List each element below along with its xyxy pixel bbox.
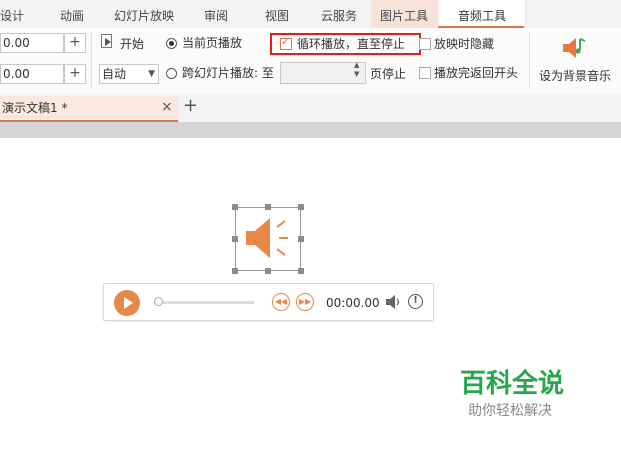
resize-handle[interactable] — [298, 268, 304, 274]
close-icon[interactable]: × — [161, 99, 173, 115]
rewind-label: 播放完返回开头 — [434, 66, 519, 80]
tab-picture-tools[interactable]: 图片工具 — [371, 0, 437, 28]
rewind-checkbox[interactable] — [419, 67, 431, 79]
ribbon-panel: 0.00 + 0.00 + 开始 自动 ▼ 当前页播放 跨幻灯片播放: 至 ▲ ▼… — [0, 28, 621, 95]
volume-icon[interactable] — [385, 294, 401, 310]
play-icon — [124, 297, 133, 309]
cross-slide-label: 跨幻灯片播放: 至 — [182, 66, 274, 80]
cross-slide-radio[interactable] — [166, 68, 177, 79]
start-icon — [101, 34, 112, 48]
tab-cloud-service[interactable]: 云服务 — [321, 0, 357, 28]
resize-handle[interactable] — [265, 268, 271, 274]
loop-label: 循环播放，直至停止 — [297, 37, 406, 51]
watermark-title: 百科全说 — [460, 369, 565, 399]
background-music-icon — [563, 38, 586, 58]
progress-track[interactable] — [154, 301, 254, 304]
time-display: 00:00.00 — [326, 296, 380, 310]
forward-button[interactable]: ▶▶ — [296, 293, 314, 311]
info-icon[interactable]: ! — [408, 294, 423, 309]
start-mode-select[interactable]: 自动 ▼ — [99, 64, 159, 84]
workspace-border — [0, 122, 621, 138]
fade-input[interactable]: 0.00 — [0, 64, 64, 84]
resize-handle[interactable] — [298, 204, 304, 210]
tab-audio-tools[interactable]: 音频工具 — [438, 0, 526, 28]
tab-view[interactable]: 视图 — [265, 0, 289, 28]
play-button[interactable] — [114, 290, 140, 316]
speaker-icon — [246, 218, 288, 258]
ribbon-divider — [91, 32, 92, 88]
spinner-arrows-icon[interactable]: ▲ ▼ — [354, 61, 359, 79]
rewind-button[interactable]: ◀◀ — [272, 293, 290, 311]
hide-during-show-checkbox[interactable] — [419, 38, 431, 50]
resize-handle[interactable] — [232, 236, 238, 242]
hide-during-show-label: 放映时隐藏 — [434, 37, 495, 51]
ribbon-tab-bar: 设计 动画 幻灯片放映 审阅 视图 云服务 图片工具 音频工具 — [0, 0, 621, 28]
set-background-music-label: 设为背景音乐 — [539, 69, 612, 83]
ribbon-divider — [529, 32, 530, 88]
tab-animation[interactable]: 动画 — [60, 0, 84, 28]
volume-input[interactable]: 0.00 — [0, 33, 64, 53]
audio-player: ◀◀ ▶▶ 00:00.00 ! — [103, 283, 434, 321]
watermark-subtitle: 助你轻松解决 — [468, 403, 552, 419]
tab-slideshow[interactable]: 幻灯片放映 — [114, 0, 174, 28]
progress-knob[interactable] — [154, 297, 163, 306]
fade-increase-button[interactable]: + — [64, 64, 86, 84]
resize-handle[interactable] — [298, 236, 304, 242]
set-background-music-button[interactable]: 设为背景音乐 — [535, 32, 615, 88]
resize-handle[interactable] — [232, 204, 238, 210]
tab-review[interactable]: 审阅 — [204, 0, 228, 28]
chevron-down-icon: ▼ — [148, 69, 155, 79]
start-mode-value: 自动 — [102, 67, 127, 81]
resize-handle[interactable] — [265, 204, 271, 210]
start-label: 开始 — [120, 37, 145, 51]
document-tab[interactable]: 演示文稿1 * × — [0, 96, 178, 122]
tab-design[interactable]: 设计 — [0, 0, 24, 28]
current-page-label: 当前页播放 — [182, 36, 243, 50]
volume-increase-button[interactable]: + — [64, 33, 86, 53]
loop-checkbox[interactable] — [280, 35, 292, 50]
page-stop-label: 页停止 — [370, 67, 407, 81]
current-page-radio[interactable] — [166, 38, 177, 49]
resize-handle[interactable] — [232, 268, 238, 274]
new-tab-icon[interactable]: + — [183, 97, 198, 115]
document-tab-title: 演示文稿1 * — [2, 101, 68, 115]
